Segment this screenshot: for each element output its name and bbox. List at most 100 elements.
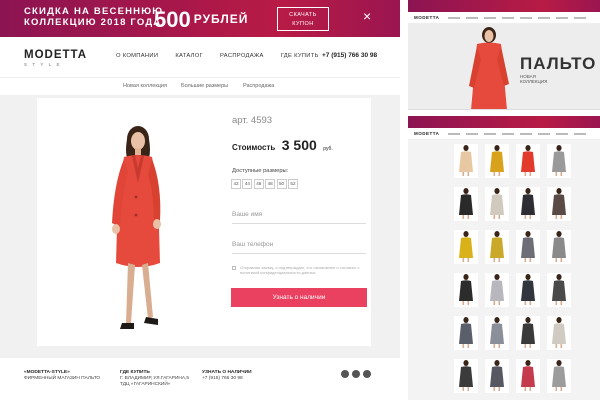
name-input[interactable]: Ваше имя: [232, 208, 366, 224]
catalog-product-tile[interactable]: [547, 316, 571, 364]
catalog-product-tile[interactable]: [516, 273, 540, 321]
catalog-product-photo: [547, 316, 571, 350]
catalog-product-photo: [485, 316, 509, 350]
catalog-product-tile[interactable]: [454, 187, 478, 235]
coupon-label-1: СКАЧАТЬ: [289, 12, 317, 18]
subnav-item-sale[interactable]: Распродажа: [243, 83, 274, 89]
catalog-product-photo: [454, 316, 478, 350]
preview-promo-bar: [408, 116, 600, 128]
catalog-product-photo: [485, 230, 509, 264]
preview-header: MODETTA: [408, 128, 600, 140]
price-value: 3 500: [281, 137, 317, 153]
consent-checkbox-row: Отправляя заявку, я подтверждаю, что озн…: [232, 265, 366, 275]
promo-currency: РУБЛЕЙ: [193, 12, 249, 26]
size-selector: 42 44 46 48 50 52: [231, 179, 299, 189]
catalog-product-photo: [485, 187, 509, 221]
catalog-product-tile[interactable]: [485, 359, 509, 400]
size-option[interactable]: 46: [253, 179, 264, 189]
close-icon[interactable]: ×: [363, 9, 371, 23]
catalog-product-tile[interactable]: [516, 187, 540, 235]
catalog-product-tile[interactable]: [547, 187, 571, 235]
catalog-product-tile[interactable]: [485, 144, 509, 192]
catalog-product-tile[interactable]: [454, 359, 478, 400]
catalog-product-photo: [516, 316, 540, 350]
footer-brand: «MODETTA-STYLE» ФИРМЕННЫЙ МАГАЗИН ПАЛЬТО: [24, 370, 100, 382]
nav-item-where-to-buy[interactable]: ГДЕ КУПИТЬ: [281, 53, 319, 59]
size-option[interactable]: 44: [242, 179, 253, 189]
size-option[interactable]: 52: [287, 179, 298, 189]
catalog-product-tile[interactable]: [454, 230, 478, 278]
preview-promo-bar: [408, 0, 600, 12]
check-availability-button[interactable]: Узнать о наличии: [231, 288, 367, 307]
logo[interactable]: MODETTA STYLE: [24, 49, 87, 68]
catalog-product-tile[interactable]: [547, 273, 571, 321]
catalog-product-photo: [516, 359, 540, 393]
price-currency: руб.: [323, 146, 333, 152]
catalog-product-tile[interactable]: [516, 316, 540, 364]
size-option[interactable]: 50: [276, 179, 287, 189]
product-photo: [112, 126, 161, 329]
product-page: СКИДКА НА ВЕСЕННЮЮ КОЛЛЕКЦИЮ 2018 ГОДА 5…: [0, 0, 400, 400]
promo-line-2: КОЛЛЕКЦИЮ 2018 ГОДА: [24, 17, 162, 28]
catalog-product-tile[interactable]: [485, 230, 509, 278]
sub-nav: Новая коллекция Большие размеры Распрода…: [0, 77, 400, 95]
site-footer: «MODETTA-STYLE» ФИРМЕННЫЙ МАГАЗИН ПАЛЬТО…: [0, 358, 400, 400]
header-phone[interactable]: +7 (915) 766 30 98: [322, 52, 377, 59]
instagram-icon[interactable]: [352, 370, 360, 378]
preview-nav: [448, 133, 588, 135]
catalog-product-tile[interactable]: [516, 359, 540, 400]
preview-logo: MODETTA: [414, 15, 440, 20]
size-option[interactable]: 48: [265, 179, 276, 189]
preview-nav: [448, 17, 588, 19]
main-nav: О КОМПАНИИ КАТАЛОГ РАСПРОДАЖА ГДЕ КУПИТЬ: [116, 53, 336, 59]
consent-checkbox[interactable]: [232, 266, 236, 270]
hero-title: ПАЛЬТО: [520, 54, 597, 73]
consent-text: Отправляя заявку, я подтверждаю, что озн…: [240, 265, 360, 275]
coupon-label-2: КУПОН: [292, 21, 314, 27]
size-option[interactable]: 42: [231, 179, 241, 189]
catalog-product-photo: [454, 144, 478, 178]
price-line: Стоимость 3 500 руб.: [232, 137, 333, 155]
catalog-product-photo: [516, 230, 540, 264]
catalog-product-tile[interactable]: [547, 144, 571, 192]
promo-banner: СКИДКА НА ВЕСЕННЮЮ КОЛЛЕКЦИЮ 2018 ГОДА 5…: [0, 0, 400, 37]
catalog-product-photo: [516, 187, 540, 221]
sizes-label: Доступные размеры:: [232, 168, 289, 174]
promo-text: СКИДКА НА ВЕСЕННЮЮ КОЛЛЕКЦИЮ 2018 ГОДА: [24, 6, 163, 28]
catalog-product-tile[interactable]: [485, 187, 509, 235]
catalog-product-tile[interactable]: [516, 144, 540, 192]
catalog-product-tile[interactable]: [454, 144, 478, 192]
home-page-preview: MODETTA ПАЛЬТО НОВАЯ КОЛЛЕКЦИЯ: [408, 0, 600, 110]
nav-item-sale[interactable]: РАСПРОДАЖА: [220, 53, 264, 59]
vk-icon[interactable]: [341, 370, 349, 378]
catalog-product-photo: [454, 359, 478, 393]
subnav-item-new[interactable]: Новая коллекция: [123, 83, 167, 89]
subnav-item-large-sizes[interactable]: Большие размеры: [181, 83, 228, 89]
footer-phone[interactable]: +7 (915) 766 30 98: [202, 376, 252, 382]
site-header: MODETTA STYLE О КОМПАНИИ КАТАЛОГ РАСПРОД…: [0, 37, 400, 77]
catalog-product-tile[interactable]: [485, 316, 509, 364]
catalog-product-photo: [516, 144, 540, 178]
hero-sub-2: КОЛЛЕКЦИЯ: [520, 79, 548, 84]
facebook-icon[interactable]: [363, 370, 371, 378]
nav-item-about[interactable]: О КОМПАНИИ: [116, 53, 158, 59]
catalog-product-tile[interactable]: [454, 316, 478, 364]
hero-model-photo: [469, 27, 509, 109]
catalog-product-photo: [454, 273, 478, 307]
catalog-product-photo: [547, 187, 571, 221]
download-coupon-button[interactable]: СКАЧАТЬ КУПОН: [277, 7, 329, 31]
catalog-product-photo: [485, 144, 509, 178]
catalog-product-tile[interactable]: [485, 273, 509, 321]
product-sku: арт. 4593: [232, 115, 273, 126]
nav-item-catalog[interactable]: КАТАЛОГ: [175, 53, 203, 59]
catalog-product-tile[interactable]: [516, 230, 540, 278]
catalog-product-photo: [454, 187, 478, 221]
catalog-product-tile[interactable]: [547, 230, 571, 278]
phone-input[interactable]: Ваш телефон: [232, 238, 366, 254]
logo-sub: STYLE: [24, 62, 65, 67]
footer-availability: УЗНАТЬ О НАЛИЧИИ +7 (915) 766 30 98: [202, 370, 252, 382]
catalog-product-photo: [485, 359, 509, 393]
catalog-product-photo: [485, 273, 509, 307]
catalog-product-tile[interactable]: [454, 273, 478, 321]
catalog-product-tile[interactable]: [547, 359, 571, 400]
